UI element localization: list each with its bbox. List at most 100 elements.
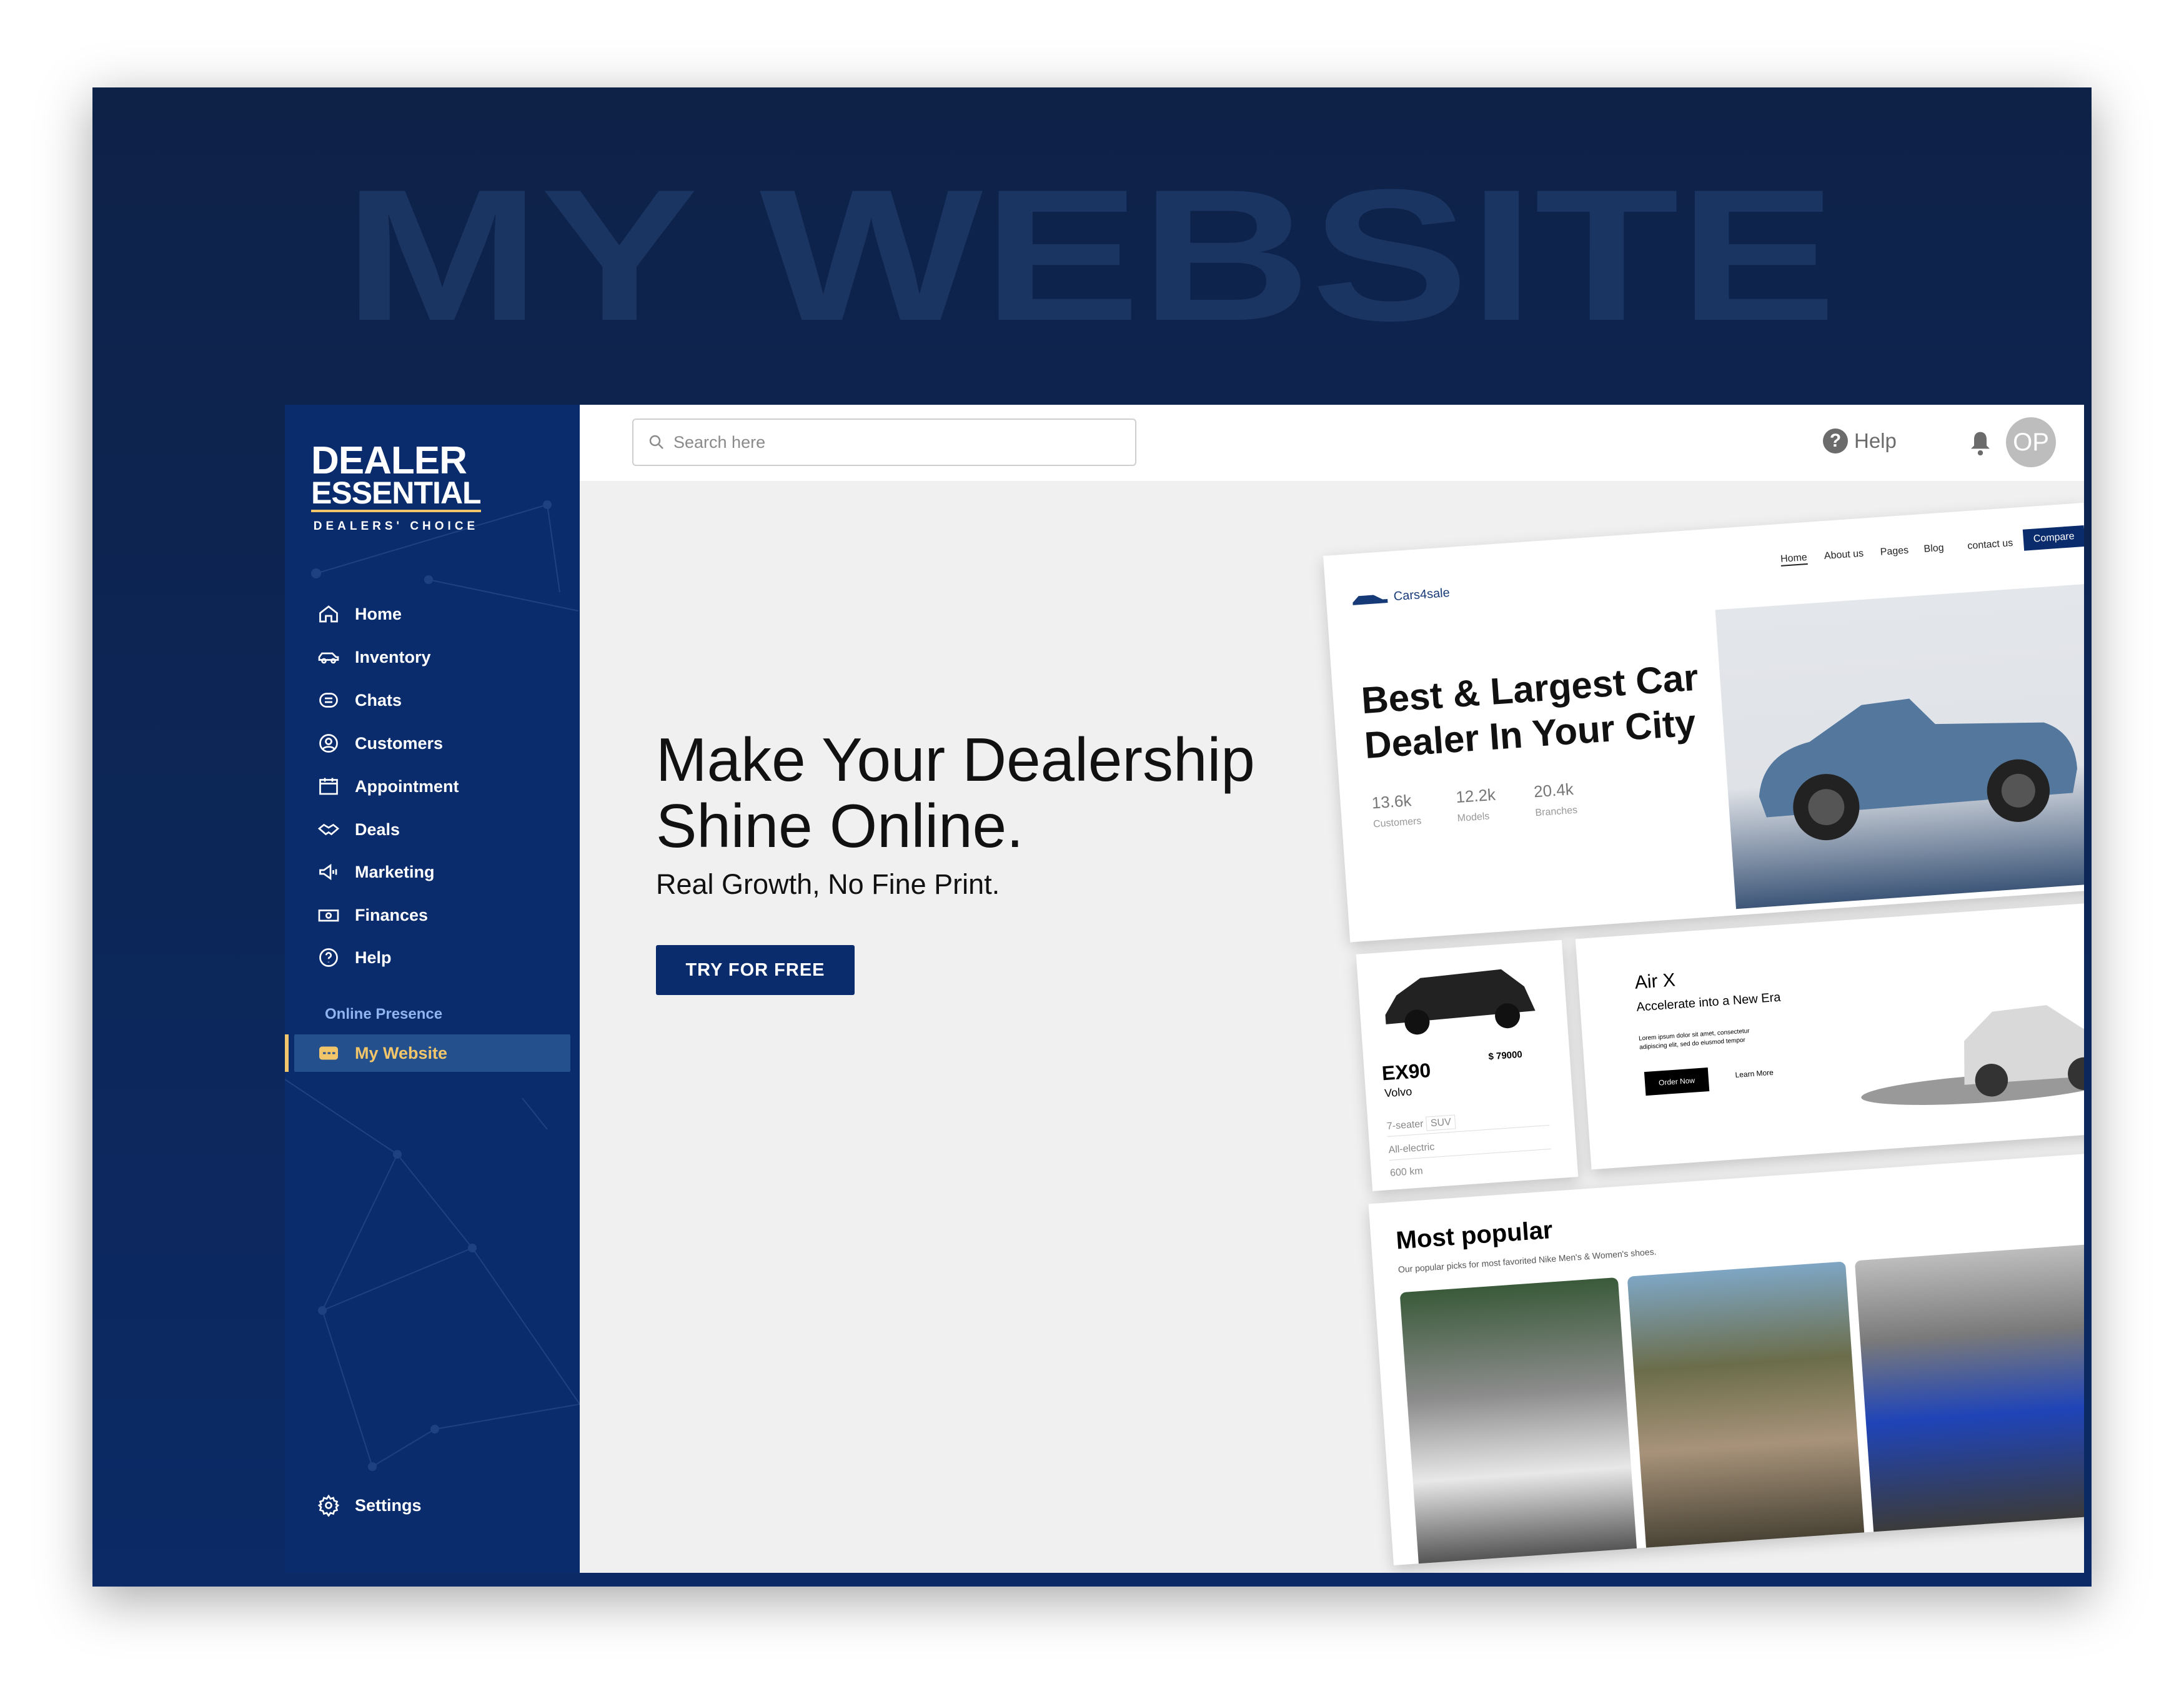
network-pattern [285, 500, 580, 1471]
product-model: EX90 [1381, 1059, 1432, 1085]
popular-car-image [1627, 1261, 1865, 1548]
logo-line2: ESSENTIAL [311, 475, 482, 510]
calendar-icon [319, 778, 338, 795]
megaphone-icon [319, 863, 337, 881]
sidebar-item-label: Appointment [355, 776, 459, 796]
spec-row: All-electric [1388, 1133, 1552, 1161]
hero-subtitle: Real Growth, No Fine Print. [656, 868, 1000, 900]
hero-title-line2: Shine Online. [656, 791, 1024, 860]
section-label-online-presence: Online Presence [325, 1006, 443, 1023]
preview-stat: 13.6k Customers [1371, 790, 1422, 830]
promo-subtitle: Accelerate into a New Era [1636, 990, 1782, 1014]
preview-nav-about: About us [1824, 548, 1864, 562]
sidebar-item-label: Deals [355, 820, 400, 839]
help-icon [319, 948, 338, 967]
sidebar-item-finances[interactable]: Finances [317, 898, 428, 933]
stat-value: 20.4k [1533, 780, 1574, 801]
help-circle-icon: ? [1823, 428, 1848, 453]
search-icon [649, 435, 663, 449]
bell-icon[interactable] [1968, 430, 1993, 457]
watermark: MY WEBSITE [344, 175, 1837, 325]
sidebar-item-label: My Website [355, 1043, 448, 1062]
money-icon [318, 909, 339, 922]
sidebar-item-label: Inventory [355, 647, 431, 666]
avatar[interactable]: OP [2006, 417, 2056, 467]
sidebar-item-deals[interactable]: Deals [317, 812, 400, 847]
product-price: $ 79000 [1487, 1049, 1523, 1062]
stat-value: 12.2k [1455, 785, 1496, 807]
preview-hero-image [1715, 583, 2084, 909]
user-circle-icon [319, 734, 338, 753]
help-button[interactable]: ? Help [1823, 428, 1897, 453]
preview-brand: Cars4sale [1351, 585, 1450, 608]
gear-icon [317, 1494, 340, 1517]
sidebar-item-label: Help [355, 948, 392, 967]
preview-popular-section: Most popular Our popular picks for most … [1368, 1151, 2084, 1566]
sidebar-item-my-website[interactable]: My Website [317, 1036, 447, 1071]
sidebar: DEALER ESSENTIAL DEALERS' CHOICE Home In… [285, 405, 580, 1573]
search-box[interactable] [632, 419, 1136, 466]
preview-stat: 12.2k Models [1455, 785, 1497, 825]
sidebar-item-chats[interactable]: Chats [317, 683, 402, 718]
website-preview: Cars4sale Home About us Pages Blog conta… [1323, 502, 2084, 1566]
try-for-free-button[interactable]: TRY FOR FREE [656, 945, 855, 995]
popular-car-image [1399, 1277, 1637, 1564]
sidebar-item-label: Chats [355, 690, 402, 710]
car-icon [318, 652, 339, 664]
svg-text:MY WEBSITE: MY WEBSITE [344, 175, 1837, 325]
promo-learn-link: Learn More [1735, 1067, 1774, 1079]
preview-brand-name: Cars4sale [1393, 585, 1451, 603]
stat-label: Customers [1372, 816, 1422, 830]
sidebar-item-label: Home [355, 604, 402, 623]
preview-compare-button: Compare [2022, 525, 2084, 551]
handshake-icon [317, 823, 340, 836]
sidebar-item-label: Settings [355, 1495, 422, 1515]
logo-tagline: DEALERS' CHOICE [313, 520, 479, 533]
search-input[interactable] [673, 432, 1111, 452]
stat-value: 13.6k [1371, 791, 1412, 813]
preview-promo-card: Air X Accelerate into a New Era Lorem ip… [1575, 901, 2084, 1170]
sidebar-item-label: Customers [355, 733, 444, 753]
help-label: Help [1854, 429, 1897, 452]
suv-car-image [1385, 969, 1536, 1035]
promo-order-button: Order Now [1644, 1067, 1710, 1096]
top-bar: ? Help OP [580, 405, 2084, 481]
stat-label: Models [1457, 811, 1490, 825]
logo-line1: DEALER [311, 439, 467, 482]
preview-nav-pages: Pages [1880, 545, 1909, 558]
promo-title: Air X [1634, 969, 1676, 993]
home-icon [319, 605, 338, 623]
chat-icon [319, 693, 338, 708]
preview-hero-card: Cars4sale Home About us Pages Blog conta… [1323, 502, 2084, 943]
sidebar-item-inventory[interactable]: Inventory [317, 640, 431, 675]
preview-nav-blog: Blog [1923, 542, 1945, 555]
product-make: Volvo [1384, 1085, 1412, 1100]
popular-title: Most popular [1395, 1216, 1554, 1255]
hero-title-line1: Make Your Dealership [656, 725, 1255, 794]
page-background: MY WEBSITE DEALER ESSENTIAL DEALERS' CHO… [92, 87, 2092, 1587]
sidebar-item-customers[interactable]: Customers [317, 726, 443, 761]
preview-product-card: EX90 $ 79000 Volvo 7-seater SUV All-elec… [1356, 939, 1579, 1191]
storefront-icon [319, 1046, 338, 1060]
preview-stat: 20.4k Branches [1533, 780, 1578, 820]
popular-car-image [1854, 1241, 2084, 1532]
preview-nav-home: Home [1780, 552, 1808, 567]
active-indicator [285, 1034, 289, 1072]
hero-title: Make Your Dealership Shine Online. [656, 726, 1281, 859]
spec-badge: SUV [1426, 1114, 1456, 1131]
sedan-car-image [1861, 1005, 2084, 1105]
spec-row: 7-seater SUV [1386, 1109, 1550, 1137]
sidebar-item-settings[interactable]: Settings [317, 1488, 422, 1523]
sidebar-item-marketing[interactable]: Marketing [317, 854, 435, 889]
car-logo-icon [1353, 595, 1388, 605]
sidebar-item-home[interactable]: Home [317, 597, 402, 632]
promo-body: Lorem ipsum dolor sit amet, consectetur … [1638, 1028, 1750, 1051]
preview-nav-contact: contact us [1967, 537, 2013, 552]
sidebar-item-appointment[interactable]: Appointment [317, 769, 459, 804]
sidebar-item-label: Marketing [355, 862, 435, 881]
sidebar-item-help[interactable]: Help [317, 940, 392, 975]
stat-label: Branches [1534, 805, 1578, 819]
dealer-essential-logo[interactable]: DEALER ESSENTIAL DEALERS' CHOICE [311, 439, 486, 533]
sidebar-item-label: Finances [355, 905, 429, 924]
spec-row: 600 km [1389, 1166, 1424, 1179]
